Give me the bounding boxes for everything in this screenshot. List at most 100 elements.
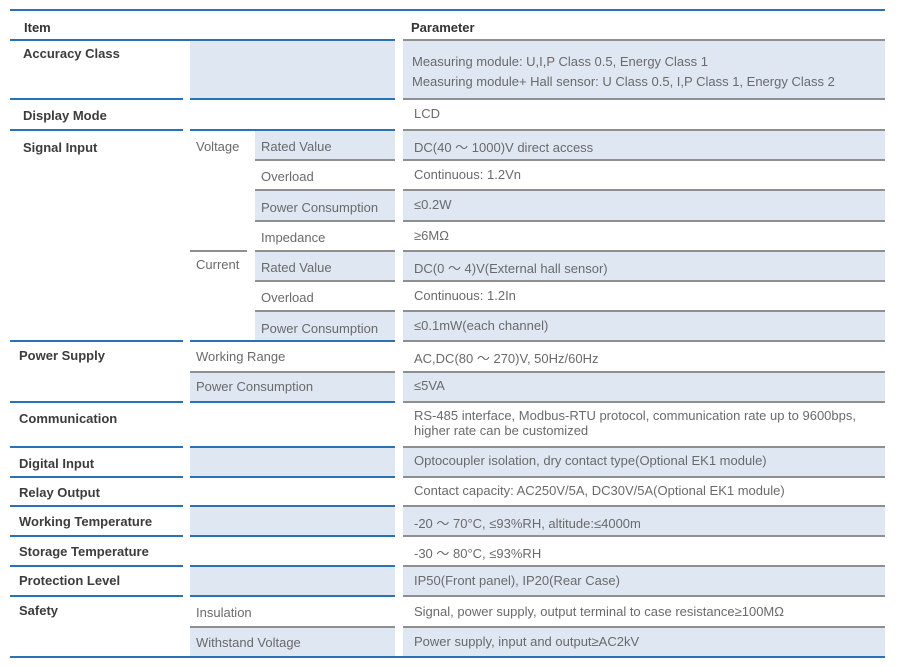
communication-value-1: RS-485 interface, Modbus-RTU protocol, c… [414,408,856,423]
power-consumption-label: Power Consumption [196,379,314,394]
divider [10,401,183,403]
divider [403,595,885,597]
divider [190,626,395,628]
divider [255,189,395,191]
row-label-display: Display Mode [23,108,107,123]
row-label-relay-output: Relay Output [19,485,100,500]
divider [10,39,395,41]
current-overload-value: Continuous: 1.2In [414,288,516,303]
current-rated-label: Rated Value [261,260,332,275]
divider [190,98,395,100]
divider [255,250,395,252]
divider [403,401,885,403]
voltage-power-value: ≤0.2W [414,197,452,212]
shade [403,191,885,220]
divider [190,371,395,373]
divider [190,505,395,507]
divider [403,505,885,507]
digital-input-value: Optocoupler isolation, dry contact type(… [414,453,767,468]
power-range-label: Working Range [196,349,286,364]
row-label-communication: Communication [19,411,118,426]
row-label-safety: Safety [19,603,59,618]
voltage-overload-label: Overload [261,169,314,184]
divider [190,595,395,597]
divider [190,340,395,342]
divider [255,280,395,282]
divider [10,129,183,131]
divider [403,535,885,537]
divider [10,535,183,537]
accuracy-value-1: Measuring module: U,I,P Class 0.5, Energ… [412,54,709,69]
divider [403,129,885,131]
divider [10,656,885,658]
divider [403,250,885,252]
current-power-value: ≤0.1mW(each channel) [414,318,549,333]
shade [190,40,395,98]
divider [190,129,395,131]
divider [403,39,885,41]
shade [190,566,395,595]
divider [255,220,395,222]
divider [10,505,183,507]
protection-value: IP50(Front panel), IP20(Rear Case) [414,573,620,588]
divider [403,476,885,478]
row-label-digital-input: Digital Input [19,456,95,471]
divider [403,159,885,161]
communication-value-2: higher rate can be customized [414,423,589,438]
divider [403,310,885,312]
divider [403,565,885,567]
divider [10,9,885,11]
divider [403,626,885,628]
power-consumption-value: ≤5VA [414,378,445,393]
row-label-signal: Signal Input [23,140,98,155]
shade [403,372,885,401]
divider [10,98,183,100]
header-parameter: Parameter [411,20,475,35]
safety-withstand-label: Withstand Voltage [196,635,301,650]
working-temp-value: -20 ～ 70°C, ≤93%RH, altitude:≤4000m [414,516,641,531]
voltage-overload-value: Continuous: 1.2Vn [414,167,521,182]
current-overload-label: Overload [261,290,314,305]
power-range-value: AC,DC(80 ～ 270)V, 50Hz/60Hz [414,351,599,366]
safety-insulation-label: Insulation [196,605,252,620]
row-label-storage-temp: Storage Temperature [19,544,149,559]
divider [190,535,395,537]
divider [403,189,885,191]
row-label-protection: Protection Level [19,573,121,588]
divider [10,476,183,478]
voltage-rated-value: DC(40 ～ 1000)V direct access [414,140,594,155]
row-label-accuracy: Accuracy Class [23,46,120,61]
shade [190,506,395,535]
header-item: Item [24,20,51,35]
divider [190,476,395,478]
divider [10,595,183,597]
voltage-impedance-label: Impedance [261,230,326,245]
voltage-label: Voltage [196,139,240,154]
safety-insulation-value: Signal, power supply, output terminal to… [414,604,784,619]
divider [403,280,885,282]
current-label: Current [196,257,240,272]
shade [190,447,395,476]
divider [403,340,885,342]
voltage-power-label: Power Consumption [261,200,379,215]
row-label-working-temp: Working Temperature [19,514,153,529]
divider [255,310,395,312]
relay-output-value: Contact capacity: AC250V/5A, DC30V/5A(Op… [414,483,785,498]
display-value: LCD [414,106,441,121]
storage-temp-value: -30 ～ 80°C, ≤93%RH [414,546,542,561]
voltage-rated-label: Rated Value [261,139,332,154]
divider [403,220,885,222]
row-label-power: Power Supply [19,348,105,363]
accuracy-value-2: Measuring module+ Hall sensor: U Class 0… [412,74,835,89]
voltage-impedance-value: ≥6MΩ [414,228,449,243]
divider [190,565,395,567]
divider [10,340,183,342]
divider [10,565,183,567]
divider [403,98,885,100]
divider [190,401,395,403]
divider [255,159,395,161]
divider [403,371,885,373]
divider [190,446,395,448]
shade [403,40,885,98]
current-rated-value: DC(0 ～ 4)V(External hall sensor) [414,261,608,276]
